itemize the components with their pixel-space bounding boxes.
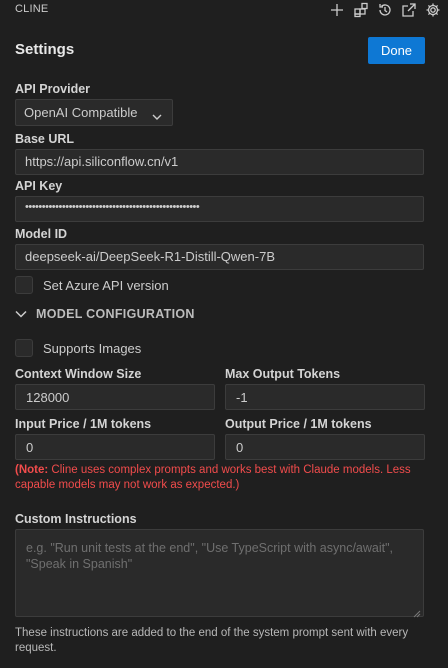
max-output-tokens-label: Max Output Tokens	[225, 367, 341, 381]
input-price-label: Input Price / 1M tokens	[15, 417, 152, 431]
mcp-servers-icon[interactable]	[351, 1, 370, 20]
supports-images-checkbox-row[interactable]: Supports Images	[15, 339, 141, 357]
base-url-input[interactable]: https://api.siliconflow.cn/v1	[15, 149, 424, 175]
max-output-tokens-input[interactable]: -1	[225, 384, 425, 410]
note-prefix: (Note:	[15, 464, 49, 476]
panel-toolbar	[327, 0, 442, 20]
azure-api-version-checkbox[interactable]	[15, 276, 33, 294]
model-id-input[interactable]: deepseek-ai/DeepSeek-R1-Distill-Qwen-7B	[15, 244, 424, 270]
settings-header: Settings Done	[15, 37, 425, 64]
model-configuration-toggle[interactable]: MODEL CONFIGURATION	[15, 307, 195, 321]
done-button[interactable]: Done	[368, 37, 425, 64]
page-title: Settings	[15, 41, 75, 58]
note-text: Cline uses complex prompts and works bes…	[15, 464, 411, 491]
api-provider-label: API Provider	[15, 82, 91, 96]
input-price-input[interactable]: 0	[15, 434, 215, 460]
model-id-label: Model ID	[15, 227, 68, 241]
output-price-label: Output Price / 1M tokens	[225, 417, 372, 431]
supports-images-checkbox[interactable]	[15, 339, 33, 357]
panel-title: CLINE	[15, 3, 49, 15]
api-provider-value: OpenAI Compatible	[24, 105, 138, 120]
resize-grip-icon[interactable]	[413, 606, 421, 618]
model-warning-note: (Note: Cline uses complex prompts and wo…	[15, 463, 433, 493]
base-url-label: Base URL	[15, 132, 75, 146]
chevron-down-icon	[15, 310, 27, 318]
custom-instructions-label: Custom Instructions	[15, 512, 137, 526]
popout-icon[interactable]	[399, 1, 418, 20]
context-window-label: Context Window Size	[15, 367, 142, 381]
custom-instructions-help: These instructions are added to the end …	[15, 627, 409, 654]
azure-api-version-label: Set Azure API version	[43, 277, 169, 293]
custom-instructions-placeholder: e.g. "Run unit tests at the end", "Use T…	[26, 541, 394, 571]
chevron-down-icon	[152, 109, 162, 124]
panel-header: CLINE	[0, 0, 448, 20]
history-icon[interactable]	[375, 1, 394, 20]
api-key-label: API Key	[15, 179, 63, 193]
api-provider-select[interactable]: OpenAI Compatible	[15, 99, 173, 126]
context-window-input[interactable]: 128000	[15, 384, 215, 410]
model-configuration-label: MODEL CONFIGURATION	[36, 307, 195, 321]
output-price-input[interactable]: 0	[225, 434, 425, 460]
plus-icon[interactable]	[327, 1, 346, 20]
api-key-input[interactable]: ••••••••••••••••••••••••••••••••••••••••…	[15, 196, 424, 222]
azure-api-version-checkbox-row[interactable]: Set Azure API version	[15, 276, 169, 294]
custom-instructions-textarea[interactable]: e.g. "Run unit tests at the end", "Use T…	[15, 529, 424, 618]
gear-icon[interactable]	[423, 1, 442, 20]
supports-images-label: Supports Images	[43, 340, 142, 356]
